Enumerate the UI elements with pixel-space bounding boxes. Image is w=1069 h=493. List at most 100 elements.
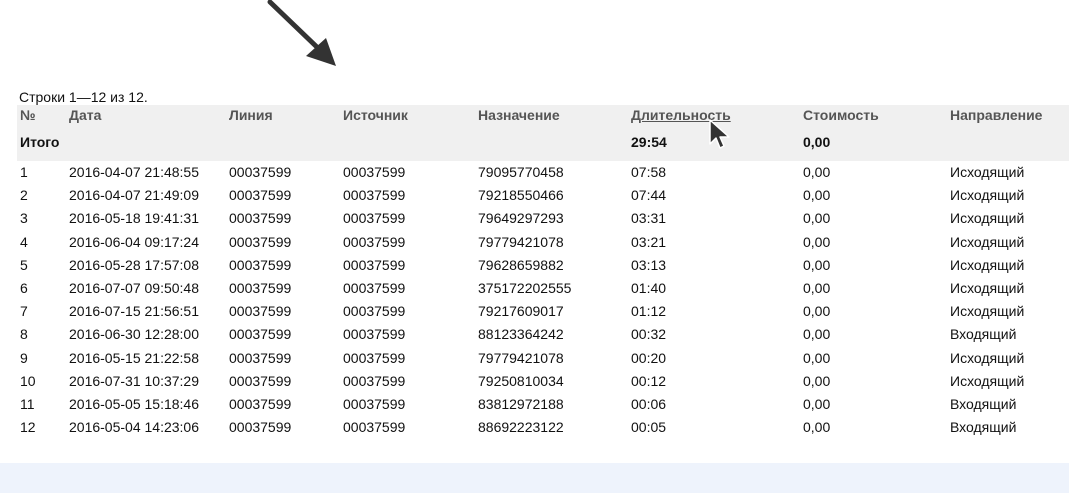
call-cost: 0,00 xyxy=(803,372,831,389)
column-header-cost[interactable]: Стоимость xyxy=(800,105,947,126)
call-date: 2016-05-18 19:41:31 xyxy=(69,210,199,227)
call-destination: 88692223122 xyxy=(478,419,564,436)
call-source: 00037599 xyxy=(343,326,406,343)
call-destination: 79217609017 xyxy=(478,303,564,320)
row-number: 10 xyxy=(20,372,36,389)
column-header-date[interactable]: Дата xyxy=(66,105,226,126)
row-number: 11 xyxy=(20,395,35,412)
call-date: 2016-06-04 09:17:24 xyxy=(69,233,199,250)
call-line: 00037599 xyxy=(229,256,292,273)
call-duration: 00:32 xyxy=(631,326,667,343)
call-destination: 79649297293 xyxy=(478,210,564,227)
call-direction: Исходящий xyxy=(950,256,1025,273)
call-destination: 88123364242 xyxy=(478,326,564,343)
row-number: 1 xyxy=(20,164,28,181)
row-number: 8 xyxy=(20,326,28,343)
table-body: 1 2016-04-07 21:48:55 00037599 00037599 7909… xyxy=(17,161,1069,439)
rows-info: Строки 1—12 из 12. xyxy=(19,89,148,105)
call-direction: Исходящий xyxy=(950,233,1025,250)
call-direction: Исходящий xyxy=(950,349,1025,366)
row-number: 4 xyxy=(20,233,28,250)
call-cost: 0,00 xyxy=(803,326,831,343)
call-date: 2016-04-07 21:49:09 xyxy=(69,187,199,204)
call-date: 2016-07-31 10:37:29 xyxy=(69,372,199,389)
column-header-direction[interactable]: Направление xyxy=(947,105,1069,126)
call-duration: 03:31 xyxy=(631,210,667,227)
call-direction: Входящий xyxy=(950,395,1017,412)
call-direction: Входящий xyxy=(950,326,1017,343)
call-line: 00037599 xyxy=(229,303,292,320)
totals-label: Итого xyxy=(17,126,66,161)
call-date: 2016-05-15 21:22:58 xyxy=(69,349,199,366)
call-source: 00037599 xyxy=(343,280,406,297)
table-row: 8 2016-06-30 12:28:00 00037599 00037599 8812… xyxy=(17,323,1069,346)
call-duration: 01:40 xyxy=(631,280,667,297)
call-destination: 375172202555 xyxy=(478,280,572,297)
table-row: 7 2016-07-15 21:56:51 00037599 00037599 7921… xyxy=(17,300,1069,323)
row-number: 12 xyxy=(20,419,36,436)
call-source: 00037599 xyxy=(343,187,406,204)
call-duration: 00:05 xyxy=(631,419,667,436)
call-duration: 00:12 xyxy=(631,372,667,389)
call-destination: 79218550466 xyxy=(478,187,564,204)
call-line: 00037599 xyxy=(229,326,292,343)
call-date: 2016-06-30 12:28:00 xyxy=(69,326,199,343)
call-cost: 0,00 xyxy=(803,349,831,366)
call-destination: 79779421078 xyxy=(478,349,564,366)
call-cost: 0,00 xyxy=(803,280,831,297)
call-cost: 0,00 xyxy=(803,164,831,181)
column-header-line[interactable]: Линия xyxy=(226,105,340,126)
call-source: 00037599 xyxy=(343,256,406,273)
row-number: 9 xyxy=(20,349,28,366)
call-direction: Исходящий xyxy=(950,372,1025,389)
call-duration: 07:44 xyxy=(631,187,667,204)
column-header-destination[interactable]: Назначение xyxy=(475,105,628,126)
call-duration: 01:12 xyxy=(631,303,667,320)
call-line: 00037599 xyxy=(229,187,292,204)
call-line: 00037599 xyxy=(229,233,292,250)
row-number: 5 xyxy=(20,256,28,273)
call-source: 00037599 xyxy=(343,210,406,227)
call-cost: 0,00 xyxy=(803,303,831,320)
call-date: 2016-07-07 09:50:48 xyxy=(69,280,199,297)
call-direction: Исходящий xyxy=(950,164,1025,181)
totals-cost: 0,00 xyxy=(800,126,947,161)
mouse-pointer-icon xyxy=(709,119,730,149)
call-cost: 0,00 xyxy=(803,187,831,204)
call-source: 00037599 xyxy=(343,233,406,250)
call-line: 00037599 xyxy=(229,419,292,436)
call-line: 00037599 xyxy=(229,210,292,227)
page: Строки 1—12 из 12. № Дата Линия Источник… xyxy=(0,0,1069,493)
call-cost: 0,00 xyxy=(803,395,831,412)
table-row: 11 2016-05-05 15:18:46 00037599 00037599 838… xyxy=(17,393,1069,416)
call-line: 00037599 xyxy=(229,395,292,412)
call-direction: Исходящий xyxy=(950,303,1025,320)
call-date: 2016-05-04 14:23:06 xyxy=(69,419,199,436)
call-source: 00037599 xyxy=(343,349,406,366)
table-row: 2 2016-04-07 21:49:09 00037599 00037599 7921… xyxy=(17,184,1069,207)
call-report-table: № Дата Линия Источник Назначение Длитель… xyxy=(17,105,1069,439)
table-row: 5 2016-05-28 17:57:08 00037599 00037599 7962… xyxy=(17,254,1069,277)
call-duration: 03:21 xyxy=(631,233,667,250)
call-date: 2016-04-07 21:48:55 xyxy=(69,164,199,181)
call-cost: 0,00 xyxy=(803,256,831,273)
call-date: 2016-05-05 15:18:46 xyxy=(69,395,199,412)
column-header-number[interactable]: № xyxy=(17,105,66,126)
call-date: 2016-05-28 17:57:08 xyxy=(69,256,199,273)
row-number: 2 xyxy=(20,187,28,204)
arrow-down-right-icon xyxy=(267,0,336,66)
call-duration: 00:20 xyxy=(631,349,667,366)
call-direction: Исходящий xyxy=(950,210,1025,227)
footer-band xyxy=(0,463,1069,493)
totals-row: Итого 29:54 0,00 xyxy=(17,126,1069,161)
call-source: 00037599 xyxy=(343,419,406,436)
call-direction: Входящий xyxy=(950,419,1017,436)
call-direction: Исходящий xyxy=(950,280,1025,297)
call-destination: 83812972188 xyxy=(478,395,564,412)
call-cost: 0,00 xyxy=(803,233,831,250)
call-duration: 00:06 xyxy=(631,395,667,412)
call-source: 00037599 xyxy=(343,164,406,181)
call-source: 00037599 xyxy=(343,303,406,320)
column-header-source[interactable]: Источник xyxy=(340,105,475,126)
table-row: 3 2016-05-18 19:41:31 00037599 00037599 7964… xyxy=(17,207,1069,230)
